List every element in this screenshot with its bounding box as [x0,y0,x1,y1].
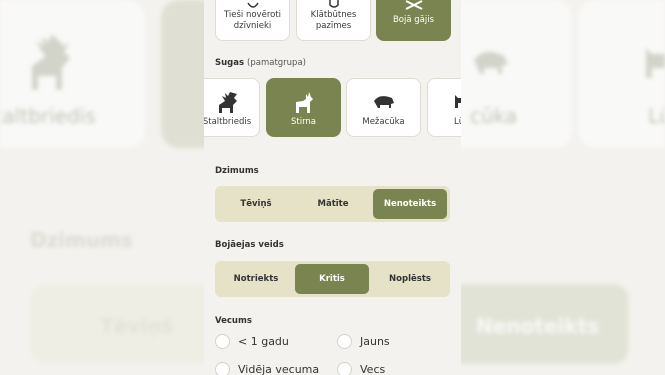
death-type-option-fallen[interactable]: Kritis [295,264,369,294]
obs-card-dead-label: Bojā gājis [392,15,435,25]
roe-deer-icon [267,91,340,113]
obs-card-direct[interactable]: Tieši novēroti dzīvnieki [215,0,290,41]
species-title-text: Sugas [215,58,245,68]
species-card-wild-boar[interactable]: Mežacūka [346,78,421,137]
bg-segment-left: Tēviņš [100,314,174,338]
bg-red-deer-icon [32,34,70,90]
bg-card-lynx: Lū [578,0,665,148]
bg-lynx-icon [646,48,665,78]
age-radio-middle[interactable]: Vidēja vecuma [215,362,319,375]
gender-option-male[interactable]: Tēviņš [218,189,294,219]
red-deer-icon [204,91,259,113]
species-title: Sugas (pamatgrupa) [215,58,306,68]
bg-boar-icon [474,51,508,74]
bone-icon [377,0,450,11]
obs-card-dead[interactable]: Bojā gājis [376,0,451,41]
species-label-lynx: Lū [454,117,461,127]
age-label-old: Vecs [360,363,386,375]
bg-label-boar: cūka [470,104,518,128]
bg-segment-right: Nenoteikts [476,314,600,338]
bg-heading-gender: Dzimums [30,228,133,252]
age-label-under-1: < 1 gadu [238,335,289,348]
death-type-segmented-control: Notriekts Kritis Noplēsts [215,261,450,297]
gender-option-undetermined[interactable]: Nenoteikts [373,189,447,219]
radio-circle[interactable] [215,334,230,349]
lynx-icon [454,93,461,109]
obs-card-direct-label: Tieši novēroti dzīvnieki [223,10,282,31]
age-radio-old[interactable]: Vecs [337,362,385,375]
age-label-young: Jauns [360,335,390,348]
gender-option-female[interactable]: Mātīte [295,189,371,219]
age-label-middle: Vidēja vecuma [238,363,320,375]
radio-circle[interactable] [337,362,352,375]
wild-boar-icon [347,93,420,109]
gender-segmented-control: Tēviņš Mātīte Nenoteikts [215,186,450,222]
radio-circle[interactable] [215,362,230,375]
death-type-title: Bojāejas veids [215,240,284,250]
bg-label-lynx: Lū [648,104,665,128]
age-radio-under-1[interactable]: < 1 gadu [215,334,289,349]
form-panel: Tieši novēroti dzīvnieki Klātbūtnes pazī… [204,0,461,375]
death-type-option-torn[interactable]: Noplēsts [373,264,447,294]
species-card-roe-deer[interactable]: Stirna [266,78,341,137]
obs-card-signs[interactable]: Klātbūtnes pazīmes [296,0,371,41]
radio-circle[interactable] [337,334,352,349]
species-label-red-deer: Staltbriedis [204,117,252,127]
bg-label-red-deer: Staltbriedis [0,104,96,128]
age-radio-young[interactable]: Jauns [337,334,390,349]
age-title: Vecums [215,316,252,326]
species-card-lynx[interactable]: Lū [427,78,461,137]
bg-card-red-deer: Staltbriedis [0,0,145,148]
gender-title: Dzimums [215,166,259,176]
bg-segment-selected: Nenoteikts [452,284,628,364]
species-subtitle: (pamatgrupa) [247,58,306,68]
eye-icon [216,1,289,11]
footprint-icon [297,0,370,9]
species-label-wild-boar: Mežacūka [362,117,405,127]
species-label-roe-deer: Stirna [290,117,317,127]
obs-card-signs-label: Klātbūtnes pazīmes [310,10,357,31]
death-type-option-hit[interactable]: Notriekts [218,264,294,294]
species-card-red-deer[interactable]: Staltbriedis [204,78,260,137]
